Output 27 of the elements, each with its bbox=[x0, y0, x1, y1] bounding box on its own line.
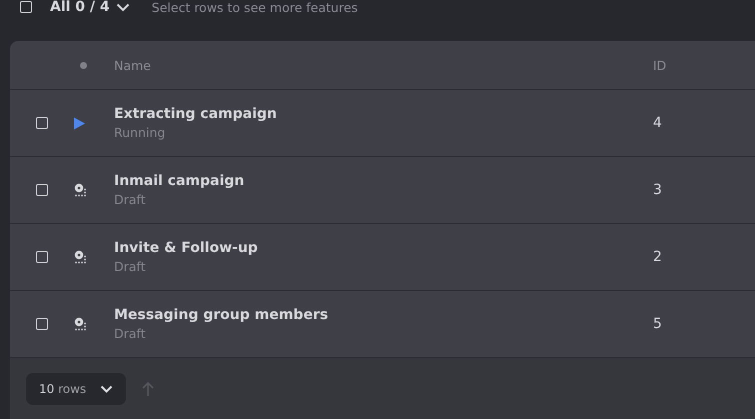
campaign-name[interactable]: Inmail campaign bbox=[114, 173, 653, 189]
id-cell-text: 5 bbox=[653, 316, 663, 332]
hint-text: Select rows to see more features bbox=[152, 0, 358, 14]
draft-icon bbox=[74, 183, 88, 197]
play-icon bbox=[74, 116, 85, 130]
row-checkbox[interactable] bbox=[36, 184, 48, 196]
row-checkbox[interactable] bbox=[36, 318, 48, 330]
chevron-icon bbox=[116, 2, 130, 12]
draft-icon bbox=[74, 317, 88, 331]
campaign-name[interactable]: Extracting campaign bbox=[114, 106, 653, 122]
id-cell-text: 3 bbox=[653, 182, 663, 198]
status-column-icon bbox=[80, 62, 87, 68]
chevron-icon bbox=[100, 384, 114, 392]
campaign-name[interactable]: Messaging group members bbox=[114, 307, 653, 323]
draft-icon bbox=[74, 250, 88, 264]
row-checkbox[interactable] bbox=[36, 251, 48, 263]
campaign-status: Running bbox=[114, 125, 166, 140]
campaign-status: Draft bbox=[114, 259, 147, 274]
campaign-name[interactable]: Invite & Follow-up bbox=[114, 240, 653, 256]
id-cell-text: 4 bbox=[653, 115, 663, 131]
campaign-status: Draft bbox=[114, 326, 147, 341]
selection-dropdown[interactable]: All 0 / 4 bbox=[50, 0, 130, 15]
id-cell-text: 2 bbox=[653, 249, 663, 265]
select-all-checkbox[interactable] bbox=[20, 1, 32, 13]
rows-per-page-dropdown[interactable]: 10 rows bbox=[26, 372, 126, 404]
row-checkbox[interactable] bbox=[36, 117, 48, 129]
campaign-status: Draft bbox=[114, 192, 147, 207]
